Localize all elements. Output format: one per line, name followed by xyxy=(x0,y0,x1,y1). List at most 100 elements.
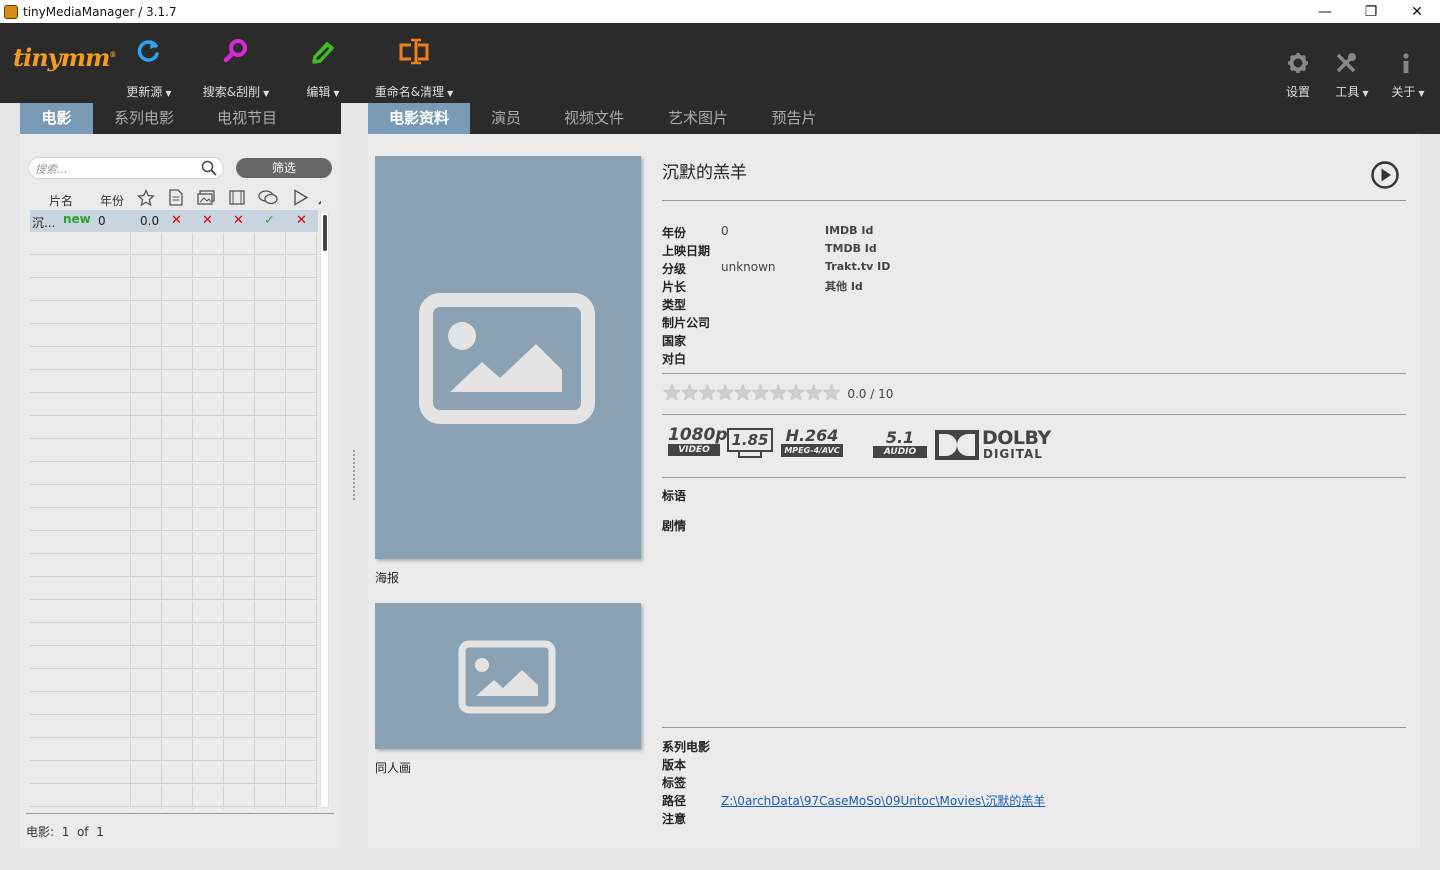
label-release-date: 上映日期 xyxy=(662,244,711,258)
images-icon[interactable] xyxy=(197,190,215,205)
fanart-image[interactable] xyxy=(375,603,641,749)
label-studio: 制片公司 xyxy=(662,316,711,330)
divider xyxy=(662,373,1406,374)
table-row-empty xyxy=(30,647,318,669)
title-bar: tinyMediaManager / 3.1.7 — ❐ ✕ xyxy=(0,0,1440,23)
main-toolbar: tinymm® 更新源 ▼ 搜索&刮削 ▼ 编辑 ▼ 重命名&清理 ▼ 设置 工… xyxy=(0,23,1440,103)
poster-caption: 海报 xyxy=(375,571,400,585)
table-row-empty xyxy=(30,302,318,324)
about-button[interactable]: 关于 ▼ xyxy=(1386,23,1430,103)
divider xyxy=(662,414,1406,415)
tab-trailer[interactable]: 预告片 xyxy=(761,103,827,134)
film-icon[interactable] xyxy=(229,190,245,205)
table-row-empty xyxy=(30,693,318,715)
app-icon xyxy=(4,4,18,19)
label-tmdb-id: TMDB Id xyxy=(825,242,877,255)
table-row-empty xyxy=(30,785,318,807)
value-year: 0 xyxy=(721,224,729,238)
tab-cast[interactable]: 演员 xyxy=(480,103,532,134)
table-row-empty xyxy=(30,440,318,462)
rating-text: 0.0 / 10 xyxy=(847,387,894,401)
divider xyxy=(26,813,334,814)
column-year[interactable]: 年份 xyxy=(100,192,124,209)
label-genre: 类型 xyxy=(662,298,687,312)
chevron-down-icon: ▼ xyxy=(1418,89,1425,98)
chevron-down-icon: ▼ xyxy=(1362,89,1369,98)
rating-stars: ★ ★ ★ ★ ★ ★ ★ ★ ★ ★ 0.0 / 10 xyxy=(662,381,894,406)
nfo-icon[interactable] xyxy=(169,189,183,206)
gear-icon xyxy=(1288,53,1308,73)
table-row-empty xyxy=(30,233,318,255)
table-row[interactable]: 沉... new 0 0.0 ✕ ✕ ✕ ✓ ✕ xyxy=(30,210,318,232)
table-row-empty xyxy=(30,417,318,439)
table-row-empty xyxy=(30,532,318,554)
table-row-empty xyxy=(30,325,318,347)
tab-movie-sets[interactable]: 系列电影 xyxy=(103,103,185,134)
panel-splitter[interactable] xyxy=(353,450,356,500)
tab-movie-details[interactable]: 电影资料 xyxy=(368,103,470,144)
table-row-empty xyxy=(30,555,318,577)
table-row-empty xyxy=(30,486,318,508)
star-icon[interactable] xyxy=(137,189,155,207)
divider xyxy=(662,727,1406,728)
search-scrape-button[interactable]: 搜索&刮削 ▼ xyxy=(198,23,274,103)
rename-clean-button[interactable]: 重命名&清理 ▼ xyxy=(370,23,458,103)
chevron-down-icon: ▼ xyxy=(165,89,172,98)
divider xyxy=(662,477,1406,478)
table-header: 片名 年份 xyxy=(27,187,321,209)
table-row-empty xyxy=(30,808,318,809)
window-title: tinyMediaManager / 3.1.7 xyxy=(23,4,177,19)
search-input[interactable]: 搜索... xyxy=(28,157,224,179)
poster-image[interactable] xyxy=(375,156,641,559)
image-placeholder-icon xyxy=(419,293,595,424)
info-icon xyxy=(1403,53,1409,73)
movie-title: 沉默的羔羊 xyxy=(662,163,747,183)
dolby-icon xyxy=(935,430,979,460)
movie-details-panel: 海报 同人画 沉默的羔羊 年份 0 上映日期 分级 unknown 片长 类型 … xyxy=(368,134,1420,848)
settings-button[interactable]: 设置 xyxy=(1280,23,1316,103)
tab-movies[interactable]: 电影 xyxy=(20,103,93,144)
right-tab-bar: 电影资料 演员 视频文件 艺术图片 预告片 xyxy=(368,103,1440,144)
watched-missing-icon: ✕ xyxy=(296,213,307,228)
play-trailer-icon[interactable] xyxy=(1370,160,1400,190)
close-button[interactable]: ✕ xyxy=(1394,0,1440,23)
filter-button[interactable]: 筛选 xyxy=(236,158,332,178)
trailer-missing-icon: ✕ xyxy=(233,213,244,228)
scrollbar-thumb[interactable] xyxy=(323,215,327,251)
restore-button[interactable]: ❐ xyxy=(1348,0,1394,23)
path-link[interactable]: Z:\0archData\97CaseMoSo\09Untoc\Movies\沉… xyxy=(721,792,1045,809)
table-row-empty xyxy=(30,371,318,393)
image-placeholder-icon xyxy=(458,640,556,714)
list-scrollbar[interactable] xyxy=(320,212,329,808)
tab-media-files[interactable]: 视频文件 xyxy=(554,103,634,134)
tab-artwork[interactable]: 艺术图片 xyxy=(658,103,738,134)
subtitles-icon[interactable] xyxy=(258,190,278,205)
label-runtime: 片长 xyxy=(662,280,687,294)
label-edition: 版本 xyxy=(662,758,687,772)
column-title[interactable]: 片名 xyxy=(49,192,73,209)
table-row-empty xyxy=(30,578,318,600)
tools-icon xyxy=(1336,53,1356,73)
label-tags: 标签 xyxy=(662,776,687,790)
edit-icon xyxy=(312,42,334,64)
star-icon: ★ xyxy=(821,381,842,406)
minimize-button[interactable]: — xyxy=(1302,0,1348,23)
wrench-icon[interactable] xyxy=(317,189,321,206)
tools-button[interactable]: 工具 ▼ xyxy=(1330,23,1374,103)
table-row-empty xyxy=(30,601,318,623)
left-tab-bar: 电影 系列电影 电视节目 xyxy=(20,103,341,144)
label-imdb-id: IMDB Id xyxy=(825,224,874,237)
rename-icon xyxy=(399,38,429,65)
movie-table: 片名 年份 沉... new 0 0.0 ✕ ✕ ✕ ✓ ✕ xyxy=(27,187,321,809)
label-country: 国家 xyxy=(662,334,687,348)
new-badge: new xyxy=(63,212,91,226)
movie-count: 电影: 1 of 1 xyxy=(26,825,104,839)
play-icon[interactable] xyxy=(293,189,309,206)
tab-tv-shows[interactable]: 电视节目 xyxy=(207,103,287,134)
label-note: 注意 xyxy=(662,812,687,826)
table-row-empty xyxy=(30,394,318,416)
update-sources-button[interactable]: 更新源 ▼ xyxy=(120,23,178,103)
label-year: 年份 xyxy=(662,226,687,240)
fanart-caption: 同人画 xyxy=(375,761,412,775)
edit-button[interactable]: 编辑 ▼ xyxy=(300,23,346,103)
